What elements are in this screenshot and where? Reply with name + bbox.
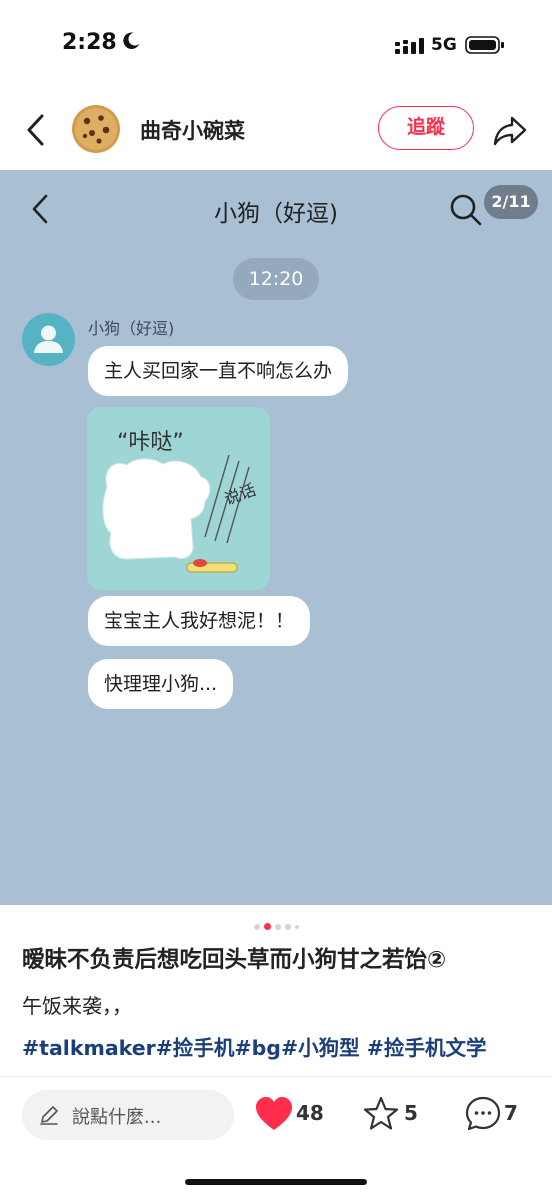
status-bar: 2:28 5G bbox=[0, 0, 552, 90]
sticker-image: “咔哒” 说话 bbox=[87, 407, 270, 590]
sender-name: 小狗（好逗) bbox=[88, 319, 175, 338]
post-title: 暧昧不负责后想吃回头草而小狗甘之若饴② bbox=[22, 947, 447, 973]
star-icon[interactable] bbox=[362, 1095, 400, 1133]
sender-avatar bbox=[22, 313, 75, 366]
follow-button[interactable]: 追蹤 bbox=[378, 106, 474, 150]
author-avatar[interactable] bbox=[70, 103, 122, 155]
network-label: 5G bbox=[431, 35, 457, 55]
back-icon[interactable] bbox=[22, 110, 50, 150]
moon-icon bbox=[123, 32, 140, 49]
chat-timestamp: 12:20 bbox=[233, 258, 319, 300]
star-count: 5 bbox=[404, 1101, 418, 1125]
cookie-icon bbox=[72, 105, 120, 153]
share-icon[interactable] bbox=[490, 110, 530, 150]
carousel-dot bbox=[274, 923, 281, 930]
image-page-indicator: 2/11 bbox=[484, 185, 538, 219]
chat-bubble: 快理理小狗... bbox=[88, 659, 234, 709]
post-header: 曲奇小碗菜 追蹤 bbox=[0, 90, 552, 170]
dog-sticker-icon: “咔哒” 说话 bbox=[102, 430, 259, 573]
comment-input[interactable]: 說點什麼... bbox=[22, 1090, 234, 1140]
post-image[interactable]: 小狗（好逗) 2/11 12:20 小狗（好逗) 主人买回家一直不响怎么办 “咔… bbox=[0, 170, 552, 905]
carousel-dot bbox=[294, 924, 299, 929]
sticker-side-text: 说话 bbox=[222, 480, 259, 509]
author-name[interactable]: 曲奇小碗菜 bbox=[140, 115, 245, 145]
heart-icon[interactable] bbox=[254, 1095, 294, 1133]
post-body: 午饭来袭，， bbox=[22, 994, 132, 1018]
like-count: 48 bbox=[296, 1101, 324, 1125]
home-indicator bbox=[185, 1179, 367, 1185]
bottom-action-bar: 說點什麼... 48 5 7 bbox=[0, 1076, 552, 1200]
comment-icon[interactable] bbox=[464, 1095, 502, 1133]
pencil-icon bbox=[40, 1106, 58, 1125]
chat-bubble: 主人买回家一直不响怎么办 bbox=[88, 346, 349, 396]
search-icon bbox=[450, 194, 482, 226]
comment-placeholder: 說點什麼... bbox=[72, 1107, 162, 1128]
carousel-dot bbox=[284, 923, 291, 930]
battery-icon bbox=[465, 36, 504, 54]
carousel-indicator bbox=[0, 916, 552, 930]
carousel-dot-active bbox=[263, 923, 271, 930]
post-hashtags[interactable]: #talkmaker#捡手机#bg#小狗型 #捡手机文学 bbox=[22, 1031, 486, 1061]
carousel-dot bbox=[253, 923, 260, 930]
person-icon bbox=[34, 325, 63, 353]
sticker-caption: “咔哒” bbox=[117, 430, 184, 455]
truncated-text-line bbox=[22, 1068, 142, 1076]
signal-icon bbox=[395, 38, 424, 54]
comment-count: 7 bbox=[504, 1101, 518, 1125]
status-time: 2:28 bbox=[62, 30, 117, 55]
chat-bubble: 宝宝主人我好想泥！！ bbox=[88, 596, 311, 646]
